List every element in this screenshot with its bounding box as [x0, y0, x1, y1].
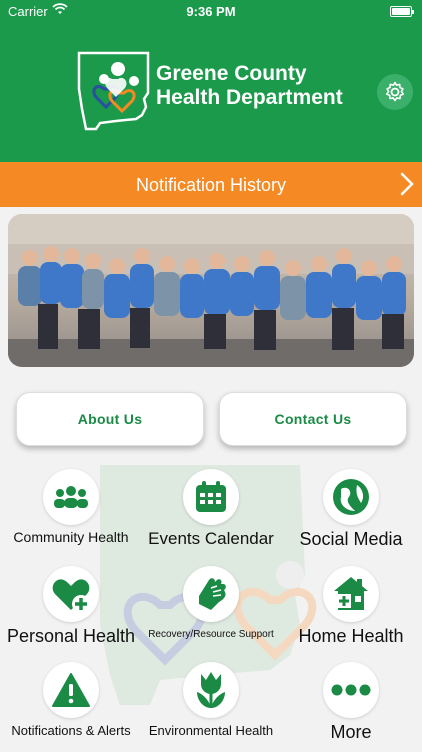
tile-label: Environmental Health	[148, 723, 274, 738]
tile-home-health[interactable]: Home Health	[281, 566, 421, 656]
contact-us-button[interactable]: Contact Us	[219, 392, 407, 446]
fist-icon	[199, 578, 226, 610]
home-health-icon-bubble	[323, 566, 379, 622]
more-icon-bubble	[323, 662, 379, 718]
tile-community-health[interactable]: Community Health	[1, 469, 141, 559]
tile-environmental-health[interactable]: Environmental Health	[141, 662, 281, 752]
more-dots-icon	[331, 684, 371, 696]
app-header: Greene County Health Department	[0, 24, 422, 162]
tile-more[interactable]: More	[281, 662, 421, 752]
heart-plus-icon	[52, 579, 90, 613]
clock: 9:36 PM	[186, 4, 236, 19]
notification-history-label: Notification History	[135, 175, 287, 195]
about-us-button[interactable]: About Us	[16, 392, 204, 446]
tile-personal-health[interactable]: Personal Health	[1, 566, 141, 656]
chevron-right-icon	[400, 172, 414, 196]
calendar-icon	[196, 481, 226, 512]
tile-label: Notifications & Alerts	[11, 723, 131, 738]
personal-health-icon-bubble	[43, 566, 99, 622]
tile-recovery-resource-support[interactable]: Recovery/Resource Support	[141, 566, 281, 656]
home-health-icon	[334, 577, 368, 610]
staff-group-photo	[8, 214, 414, 367]
settings-button[interactable]	[377, 74, 413, 110]
tile-label: Events Calendar	[148, 529, 274, 548]
status-bar: Carrier 9:36 PM	[0, 0, 422, 24]
tile-label: More	[330, 722, 372, 742]
health-department-logo	[77, 51, 150, 131]
warning-icon	[52, 673, 90, 707]
environmental-health-icon-bubble	[183, 662, 239, 718]
tile-label: Personal Health	[6, 626, 136, 646]
events-calendar-icon-bubble	[183, 469, 239, 525]
app-title-line-2: Health Department	[156, 86, 343, 109]
tulip-icon	[197, 672, 225, 708]
people-group-icon	[54, 486, 88, 508]
social-media-icon-bubble	[323, 469, 379, 525]
notification-history-bar[interactable]: Notification History	[0, 162, 422, 207]
tile-label: Social Media	[299, 529, 403, 549]
battery-icon	[390, 6, 414, 17]
app-title-line-1: Greene County	[156, 62, 307, 85]
tile-notifications-alerts[interactable]: Notifications & Alerts	[1, 662, 141, 752]
tile-social-media[interactable]: Social Media	[281, 469, 421, 559]
tile-label: Recovery/Resource Support	[148, 629, 274, 640]
community-health-icon-bubble	[43, 469, 99, 525]
tile-label: Community Health	[13, 529, 129, 545]
tile-events-calendar[interactable]: Events Calendar	[141, 469, 281, 559]
recovery-icon-bubble	[183, 566, 239, 622]
tile-label: Home Health	[298, 626, 404, 646]
globe-icon	[333, 479, 369, 515]
gear-icon	[386, 81, 404, 102]
notifications-icon-bubble	[43, 662, 99, 718]
